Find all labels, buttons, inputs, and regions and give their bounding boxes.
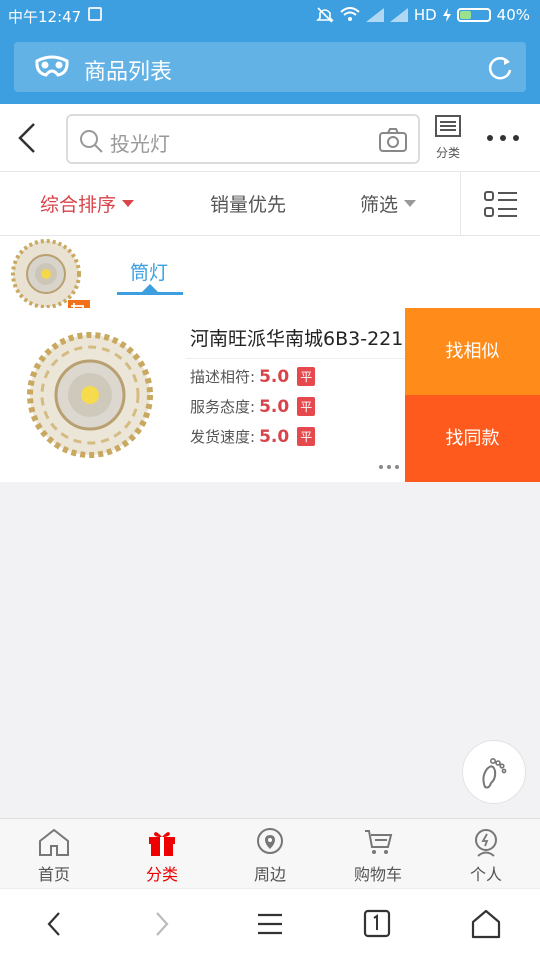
home-icon <box>39 828 69 856</box>
tab-label: 首页 <box>37 865 70 884</box>
tab-downlight[interactable]: 筒灯 <box>130 258 168 285</box>
find-similar-button[interactable]: 找相似 <box>405 308 540 395</box>
rating-score: 5.0 <box>259 366 290 387</box>
rating-description: 描述相符: 5.0 平 <box>190 366 316 387</box>
dropdown-arrow-icon <box>122 200 135 207</box>
network-type: HD <box>413 6 437 24</box>
search-input[interactable]: 投光灯 <box>66 114 420 164</box>
rating-badge: 平 <box>297 367 316 386</box>
cart-icon <box>365 830 393 854</box>
rating-label: 发货速度: <box>190 428 256 446</box>
status-time: 中午12:47 <box>8 8 82 26</box>
home-nav-icon[interactable] <box>470 909 502 939</box>
rating-badge: 平 <box>297 427 316 446</box>
tab-label: 购物车 <box>353 865 402 884</box>
rating-service: 服务态度: 5.0 平 <box>190 396 316 417</box>
list-view-icon[interactable] <box>484 190 518 220</box>
product-image[interactable] <box>0 320 178 482</box>
tab-label: 个人 <box>469 865 502 884</box>
list-doc-icon <box>435 115 461 137</box>
page-title: 商品列表 <box>84 60 173 85</box>
rating-score: 5.0 <box>259 426 290 447</box>
wifi-icon <box>340 7 360 21</box>
category-button[interactable]: 分类 <box>432 114 464 161</box>
rating-score: 5.0 <box>259 396 290 417</box>
divider <box>460 172 461 236</box>
app-bar: 商品列表 <box>0 30 540 104</box>
rating-shipping: 发货速度: 5.0 平 <box>190 426 316 447</box>
app-bar-inner: 商品列表 <box>14 42 526 92</box>
tab-home[interactable]: 首页 <box>0 819 108 889</box>
dropdown-arrow-icon <box>404 200 417 207</box>
more-dots-icon[interactable] <box>378 464 400 470</box>
tab-cart[interactable]: 购物车 <box>324 819 432 889</box>
browser-nav-bar <box>0 888 540 960</box>
battery-percent: 40% <box>496 6 530 24</box>
footprint-button[interactable] <box>462 740 526 804</box>
gift-icon <box>149 832 175 856</box>
tab-nearby[interactable]: 周边 <box>216 819 324 889</box>
bottom-tab-bar: 首页 分类 周边 购物车 个人 <box>0 818 540 888</box>
sort-comprehensive[interactable]: 综合排序 <box>40 190 135 217</box>
filter-button[interactable]: 筛选 <box>360 190 417 217</box>
search-bar: 投光灯 分类 <box>0 104 540 172</box>
tab-indicator-caret <box>142 284 158 292</box>
signal-icon <box>365 8 384 22</box>
more-dots-icon[interactable] <box>486 134 520 142</box>
filter-label: 筛选 <box>360 194 399 216</box>
find-same-button[interactable]: 找同款 <box>405 395 540 482</box>
charging-icon <box>442 8 451 22</box>
mute-icon <box>315 7 334 23</box>
battery-icon <box>456 8 491 22</box>
menu-icon[interactable] <box>256 909 284 939</box>
sort-bar: 综合排序 销量优先 筛选 <box>0 172 540 236</box>
tab-category[interactable]: 分类 <box>108 819 216 889</box>
sort-comprehensive-label: 综合排序 <box>40 194 117 216</box>
sort-sales[interactable]: 销量优先 <box>210 190 286 217</box>
separator <box>186 358 406 359</box>
mask-logo-icon <box>35 55 69 77</box>
status-right: HD 40% <box>315 6 530 24</box>
tab-label: 周边 <box>253 865 286 884</box>
product-card[interactable]: 河南旺派华南城6B3-221 描述相符: 5.0 平 服务态度: 5.0 平 发… <box>0 308 540 482</box>
nav-back-icon[interactable] <box>44 909 64 939</box>
tab-label: 分类 <box>145 865 178 884</box>
search-icon <box>80 130 103 153</box>
profile-icon <box>475 829 497 857</box>
refresh-icon[interactable] <box>486 54 514 82</box>
tab-profile[interactable]: 个人 <box>432 819 540 889</box>
status-bar: 中午12:47 HD 40% <box>0 0 540 30</box>
rating-badge: 平 <box>297 397 316 416</box>
camera-icon[interactable] <box>378 126 408 154</box>
nav-forward-icon[interactable] <box>152 909 172 939</box>
signal-icon <box>389 8 408 22</box>
back-arrow-icon[interactable] <box>16 122 40 154</box>
category-label: 分类 <box>435 146 460 160</box>
product-name[interactable]: 河南旺派华南城6B3-221 <box>190 324 403 351</box>
search-placeholder: 投光灯 <box>110 132 170 156</box>
tab-underline <box>117 292 183 295</box>
rating-label: 描述相符: <box>190 368 256 386</box>
location-pin-icon <box>257 828 283 854</box>
footprint-icon <box>482 757 507 789</box>
rating-label: 服务态度: <box>190 398 256 416</box>
notification-icon <box>88 7 102 21</box>
tabs-icon[interactable] <box>362 909 392 939</box>
